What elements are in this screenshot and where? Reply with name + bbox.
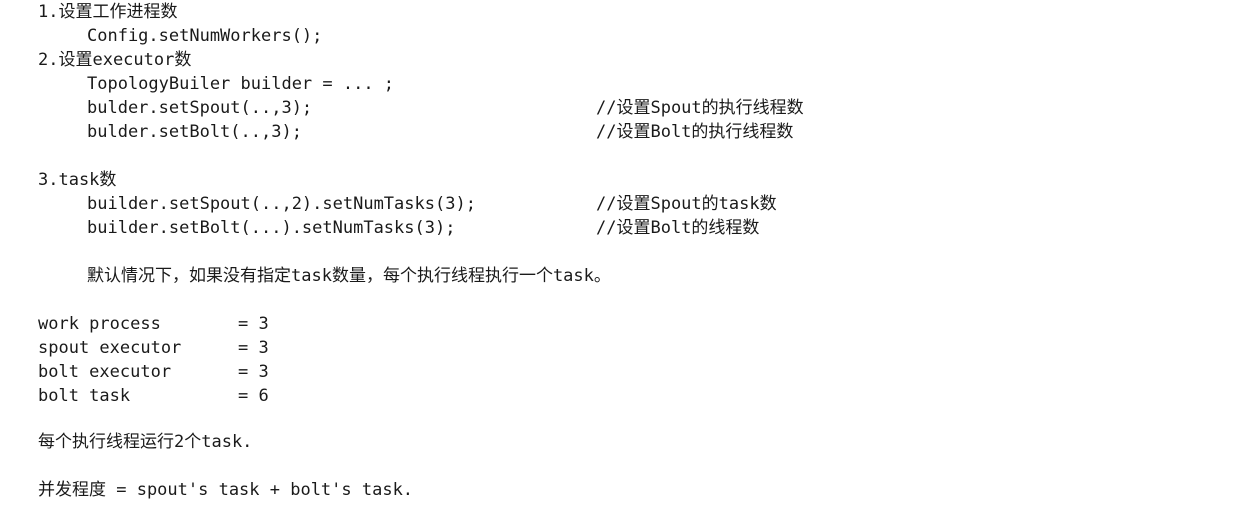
summary-label: spout executor: [38, 338, 182, 358]
summary-value: = 3: [238, 314, 269, 334]
section-3-code-line: builder.setSpout(..,2).setNumTasks(3);: [87, 194, 476, 214]
summary-label: bolt executor: [38, 362, 172, 382]
section-1-heading: 1.设置工作进程数: [38, 2, 178, 22]
section-3-code-comment: //设置Bolt的线程数: [596, 218, 760, 238]
section-2-code-comment: //设置Spout的执行线程数: [596, 98, 804, 118]
section-1-code: Config.setNumWorkers();: [87, 26, 323, 46]
document-page: 1.设置工作进程数 Config.setNumWorkers(); 2.设置ex…: [0, 0, 1256, 523]
summary-label: work process: [38, 314, 161, 334]
section-3-code-comment: //设置Spout的task数: [596, 194, 777, 214]
summary-value: = 3: [238, 338, 269, 358]
section-2-code-line: TopologyBuiler builder = ... ;: [87, 74, 395, 94]
summary-label: bolt task: [38, 386, 131, 406]
section-2-code-line: bulder.setSpout(..,3);: [87, 98, 313, 118]
section-2-code-line: bulder.setBolt(..,3);: [87, 122, 302, 142]
section-3-code-line: builder.setBolt(...).setNumTasks(3);: [87, 218, 456, 238]
section-3-heading: 3.task数: [38, 170, 117, 190]
section-2-code-comment: //设置Bolt的执行线程数: [596, 122, 794, 142]
section-3-note: 默认情况下，如果没有指定task数量，每个执行线程执行一个task。: [87, 266, 611, 286]
section-2-heading: 2.设置executor数: [38, 50, 192, 70]
summary-value: = 6: [238, 386, 269, 406]
summary-value: = 3: [238, 362, 269, 382]
conclusion-parallelism: 并发程度 = spout's task + bolt's task.: [38, 480, 414, 500]
conclusion-threads: 每个执行线程运行2个task.: [38, 432, 253, 452]
